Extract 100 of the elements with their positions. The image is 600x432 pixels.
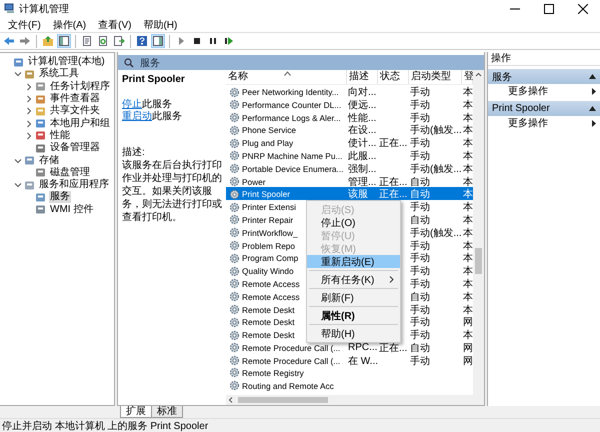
help-icon <box>136 35 148 47</box>
startup-type-cell: 自动 <box>410 342 430 354</box>
stop-icon <box>191 35 203 47</box>
action-link[interactable]: 重启动 <box>122 111 152 122</box>
table-cell: 网 <box>463 356 473 367</box>
service-name: Remote Deskt <box>242 317 295 328</box>
context-menu-item[interactable]: 停止(O) <box>307 216 400 230</box>
service-name: Remote Deskt <box>242 304 295 315</box>
context-menu-item[interactable]: 所有任务(K) <box>307 273 400 286</box>
search-icon <box>124 58 134 68</box>
description-cell: 在设... <box>348 125 376 136</box>
submenu-arrow-icon <box>592 88 596 94</box>
startup-type-cell: 自动 <box>410 214 430 226</box>
collapse-triangle-icon[interactable] <box>589 106 596 111</box>
table-cell: 本 <box>463 240 473 252</box>
action-item[interactable]: 更多操作 <box>508 84 548 98</box>
tree-item[interactable]: 任务计划程序 <box>49 80 111 93</box>
column-header[interactable]: 登 <box>464 71 474 82</box>
service-name: Printer Repair <box>242 214 294 225</box>
tree-item[interactable]: 系统工具 <box>38 68 80 80</box>
export-button[interactable] <box>112 34 126 48</box>
tree-item[interactable]: 性能 <box>49 130 71 142</box>
tree-pane-button[interactable] <box>57 34 71 48</box>
column-header[interactable]: 描述 <box>349 71 369 82</box>
startup-type-cell: 手动 <box>410 304 430 316</box>
table-cell: 本 <box>463 214 473 226</box>
status-cell: 正在... <box>379 189 408 200</box>
context-menu-item[interactable]: 重新启动(E) <box>307 255 400 268</box>
column-header[interactable]: 启动类型 <box>411 71 451 82</box>
table-cell: 本 <box>463 100 473 111</box>
tree-item[interactable]: 服务 <box>49 191 71 204</box>
description-cell: 在 W... <box>348 356 378 367</box>
tree-item[interactable]: 存储 <box>38 154 60 167</box>
tree-item[interactable]: 磁盘管理 <box>49 166 91 179</box>
context-menu-item[interactable]: 刷新(F) <box>307 291 400 304</box>
startup-type-cell: 手动 <box>410 356 430 367</box>
service-name: Performance Logs & Aler... <box>242 112 341 123</box>
context-menu-item[interactable]: 帮助(H) <box>307 327 400 340</box>
back-arrow-icon <box>3 35 15 47</box>
context-menu-item[interactable]: 属性(R) <box>307 309 400 322</box>
description-cell: 便远... <box>348 100 376 111</box>
description-cell: 向对... <box>348 87 376 98</box>
menu-item[interactable]: 操作(A) <box>46 18 92 32</box>
sort-caret-icon <box>284 71 291 76</box>
tree-item[interactable]: 本地用户和组 <box>49 118 111 130</box>
view-tab[interactable]: 标准 <box>151 406 183 418</box>
table-cell: 本 <box>463 164 473 175</box>
document-button[interactable] <box>80 34 94 48</box>
section-header[interactable]: 服务 <box>488 69 600 84</box>
tree-item[interactable]: 事件查看器 <box>49 93 101 106</box>
section-header[interactable]: Print Spooler <box>488 101 600 116</box>
description-cell: 此服... <box>348 150 376 162</box>
back-arrow-button[interactable] <box>2 34 16 48</box>
tree-item[interactable]: 服务和应用程序 <box>38 179 110 192</box>
startup-type-cell: 手动 <box>410 330 430 342</box>
vertical-scrollbar[interactable] <box>473 70 484 395</box>
scrollbar-thumb[interactable] <box>238 397 328 403</box>
startup-type-cell: 自动 <box>410 292 430 303</box>
service-name: Plug and Play <box>242 138 294 148</box>
tree-item[interactable]: 计算机管理(本地) <box>27 56 106 68</box>
column-header[interactable]: 名称 <box>228 71 248 82</box>
startup-type-cell: 手动(触发... <box>410 125 462 136</box>
description-cell: 管理... <box>348 176 376 188</box>
description-cell: RPC... <box>348 342 378 354</box>
service-name: Remote Procedure Call (... <box>242 356 340 366</box>
action-item[interactable]: 更多操作 <box>508 116 548 130</box>
description-cell: 该服 <box>348 189 368 200</box>
export-icon <box>113 35 125 47</box>
help-button[interactable] <box>135 34 149 48</box>
scrollbar-thumb[interactable] <box>475 248 482 274</box>
service-name: Remote Access <box>242 292 300 302</box>
menu-item[interactable]: 文件(F) <box>2 18 47 32</box>
service-row[interactable]: Print Spooler 该服 正在... 自动 本 <box>226 187 473 200</box>
maximize-icon <box>544 4 554 14</box>
folder-up-button[interactable] <box>41 34 55 48</box>
menu-item[interactable]: 查看(V) <box>92 18 138 32</box>
service-name: Portable Device Enumera... <box>242 164 344 174</box>
column-header[interactable]: 状态 <box>380 71 400 82</box>
menu-item[interactable]: 帮助(H) <box>137 18 184 32</box>
refresh-button[interactable] <box>96 34 110 48</box>
description-text: 该服务在后台执行打印作业并处理与打印机的交互。如果关闭该服务，则无法进行打印或查看打印机。 <box>122 159 222 224</box>
view-tab[interactable]: 扩展 <box>120 406 152 418</box>
action-pane-button[interactable] <box>151 34 165 48</box>
collapse-triangle-icon[interactable] <box>589 74 596 79</box>
service-name: Print Spooler <box>242 189 290 200</box>
status-cell: 正在... <box>379 176 408 188</box>
horizontal-scrollbar[interactable] <box>226 395 484 405</box>
table-cell: 本 <box>463 304 473 316</box>
tree-item[interactable]: 设备管理器 <box>49 142 101 154</box>
forward-arrow-button[interactable] <box>18 34 32 48</box>
service-name: PrintWorkflow_ <box>242 228 298 238</box>
resume-icon <box>223 35 235 47</box>
action-link[interactable]: 停止 <box>122 99 142 110</box>
tree-item[interactable]: 共享文件夹 <box>49 105 101 118</box>
startup-type-cell: 手动 <box>410 278 430 290</box>
tree-item[interactable]: WMI 控件 <box>49 204 94 216</box>
table-cell: 本 <box>463 112 473 124</box>
table-cell: 本 <box>463 278 473 290</box>
pause-icon <box>207 35 219 47</box>
table-cell: 本 <box>463 189 473 200</box>
